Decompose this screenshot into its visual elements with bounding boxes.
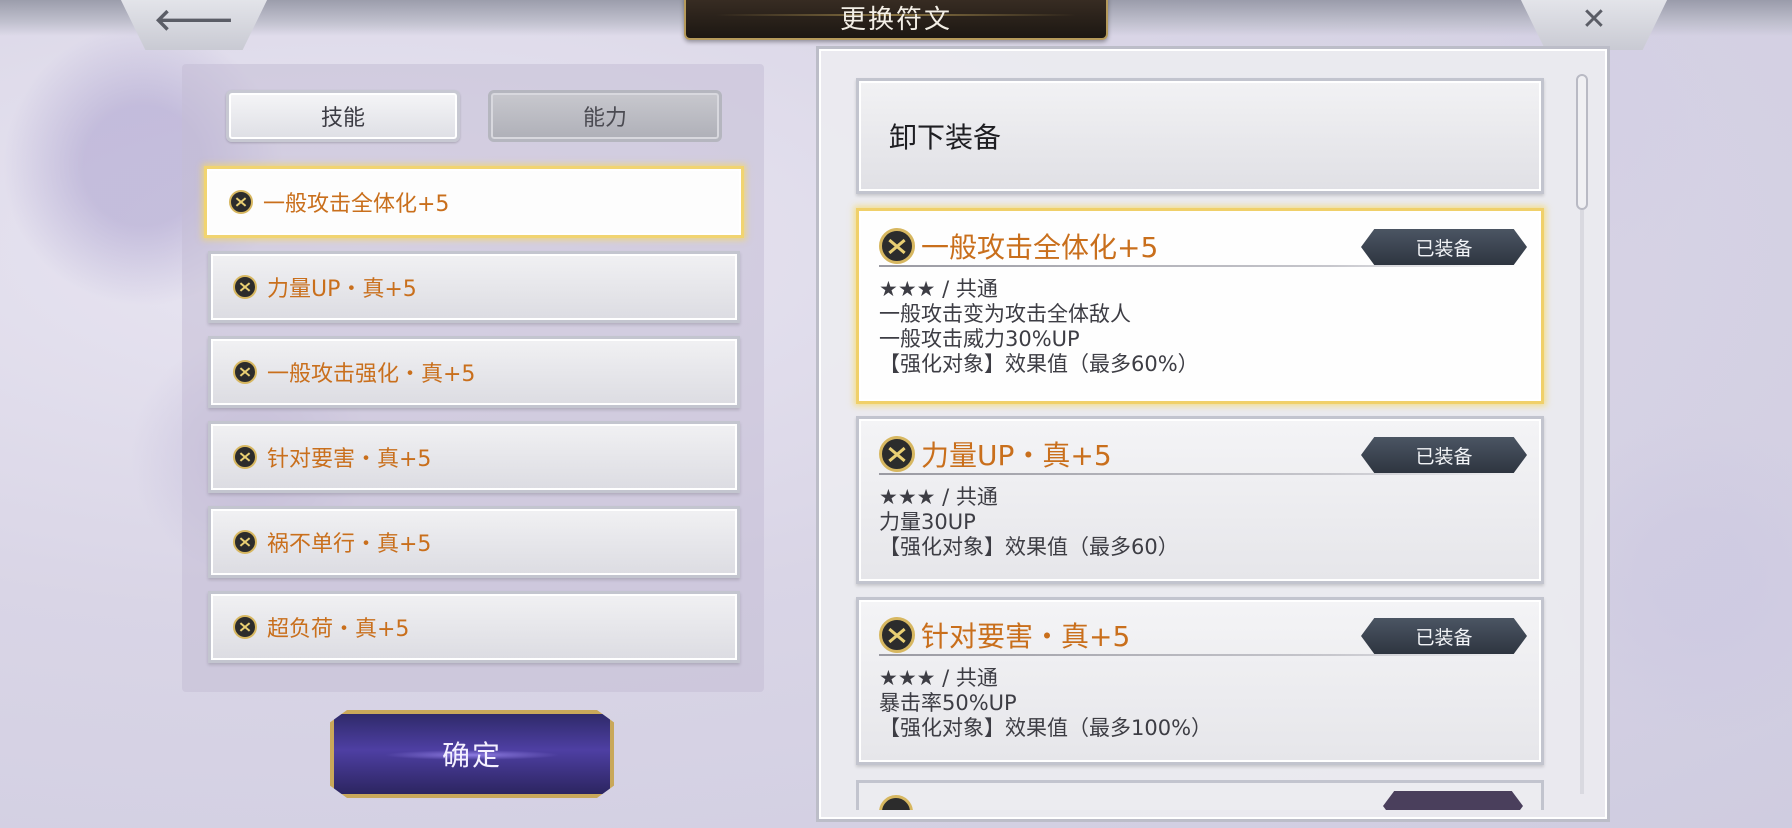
equipped-badge: 已装备 (1361, 229, 1527, 265)
rune-sigil-icon (879, 795, 913, 810)
rune-card-line: 【强化对象】效果值（最多60） (879, 535, 1179, 559)
rune-card-title: 针对要害・真+5 (921, 620, 1131, 653)
equipped-badge: 已装备 (1361, 437, 1527, 473)
rune-sigil-icon (233, 275, 257, 299)
rune-card-line: ★★★ / 共通 (879, 277, 998, 301)
rune-card-line: 【强化对象】效果值（最多60%） (879, 352, 1199, 376)
rune-name: 超负荷・真+5 (267, 617, 410, 642)
rune-name: 力量UP・真+5 (267, 277, 417, 302)
rune-item[interactable]: 超负荷・真+5 (208, 591, 740, 663)
confirm-label: 确定 (441, 739, 502, 772)
equipped-badge: 已装备 (1361, 618, 1527, 654)
scroll-track (1580, 210, 1584, 794)
rune-card-header: 一般攻击全体化+5 已装备 (879, 227, 1527, 267)
close-icon: ✕ (1581, 2, 1607, 37)
rune-sigil-icon (233, 360, 257, 384)
rune-item[interactable]: 一般攻击全体化+5 (204, 166, 744, 238)
rune-card-line: 力量30UP (879, 510, 976, 534)
tab-ability-label: 能力 (582, 106, 627, 131)
rune-card-body: ★★★ / 共通 一般攻击变为攻击全体敌人 一般攻击威力30%UP 【强化对象】… (879, 277, 1521, 377)
back-arrow-icon: 🡐 (153, 3, 235, 38)
rune-sigil-icon (879, 617, 915, 653)
tab-skill[interactable]: 技能 (226, 90, 460, 142)
rune-card-line: ★★★ / 共通 (879, 485, 998, 509)
rune-name: 祸不单行・真+5 (267, 532, 432, 557)
title-plate: 更换符文 (684, 0, 1108, 40)
rune-list-panel: 技能 能力 一般攻击全体化+5 力量UP・真+5 一般攻击强化・真+5 针对要害… (182, 64, 764, 692)
rune-sigil-icon (233, 615, 257, 639)
unequip-label: 卸下装备 (889, 121, 1002, 154)
page-title: 更换符文 (839, 4, 952, 35)
rune-card-line: 一般攻击威力30%UP (879, 327, 1080, 351)
rune-item[interactable]: 一般攻击强化・真+5 (208, 336, 740, 408)
rune-sigil-icon (233, 445, 257, 469)
rune-card-title: 力量UP・真+5 (921, 439, 1112, 472)
rune-list: 一般攻击全体化+5 力量UP・真+5 一般攻击强化・真+5 针对要害・真+5 祸… (204, 166, 744, 676)
scrollbar-thumb[interactable] (1576, 74, 1588, 210)
rune-sigil-icon (879, 228, 915, 264)
rune-item[interactable]: 力量UP・真+5 (208, 251, 740, 323)
rune-card[interactable]: 力量UP・真+5 已装备 ★★★ / 共通 力量30UP 【强化对象】效果值（最… (856, 416, 1544, 584)
rune-item[interactable]: 针对要害・真+5 (208, 421, 740, 493)
rune-sigil-icon (879, 436, 915, 472)
back-button[interactable]: 🡐 (118, 0, 270, 50)
rune-card-line: ★★★ / 共通 (879, 666, 998, 690)
tab-skill-label: 技能 (320, 106, 365, 131)
unequip-button[interactable]: 卸下装备 (856, 78, 1544, 194)
rune-item[interactable]: 祸不单行・真+5 (208, 506, 740, 578)
rune-card-line: 【强化对象】效果值（最多100%） (879, 716, 1213, 740)
rune-card[interactable]: 针对要害・真+5 已装备 ★★★ / 共通 暴击率50%UP 【强化对象】效果值… (856, 597, 1544, 765)
rune-sigil-icon (233, 530, 257, 554)
rune-card-line: 一般攻击变为攻击全体敌人 (879, 302, 1131, 326)
rune-card-line: 暴击率50%UP (879, 691, 1017, 715)
rune-name: 针对要害・真+5 (267, 447, 432, 472)
confirm-button[interactable]: 确定 (330, 710, 614, 798)
close-button[interactable]: ✕ (1518, 0, 1670, 50)
rune-name: 一般攻击强化・真+5 (267, 362, 476, 387)
badge-partial (1383, 791, 1523, 810)
rune-name: 一般攻击全体化+5 (263, 192, 450, 217)
rune-card-title: 一般攻击全体化+5 (921, 231, 1159, 264)
rune-card-partial[interactable] (856, 780, 1544, 810)
rune-card[interactable]: 一般攻击全体化+5 已装备 ★★★ / 共通 一般攻击变为攻击全体敌人 一般攻击… (856, 208, 1544, 404)
rune-sigil-icon (229, 190, 253, 214)
tab-ability[interactable]: 能力 (488, 90, 722, 142)
rune-card-header: 针对要害・真+5 已装备 (879, 616, 1527, 656)
rune-card-body: ★★★ / 共通 暴击率50%UP 【强化对象】效果值（最多100%） (879, 666, 1521, 741)
rune-card-body: ★★★ / 共通 力量30UP 【强化对象】效果值（最多60） (879, 485, 1521, 560)
rune-card-header: 力量UP・真+5 已装备 (879, 435, 1527, 475)
